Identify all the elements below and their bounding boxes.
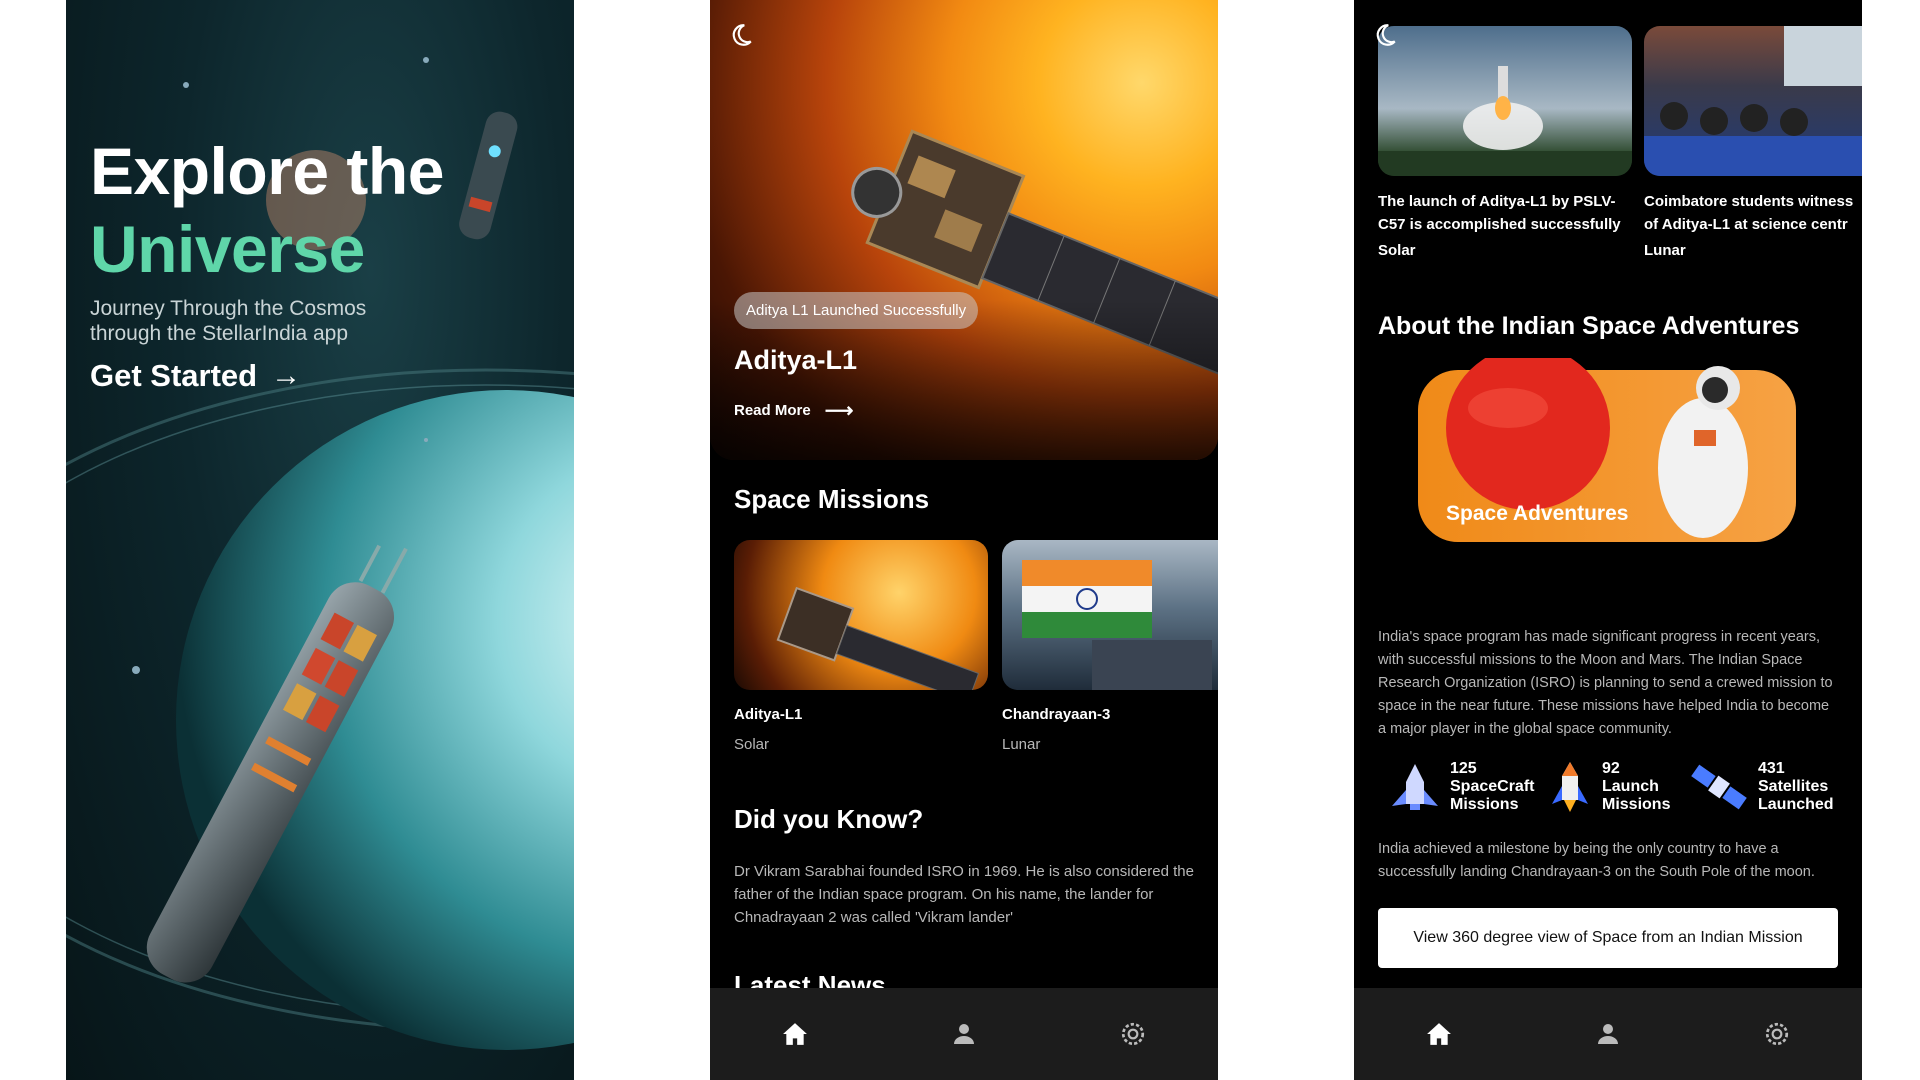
about-paragraph: India's space program has made significa… bbox=[1378, 629, 1833, 737]
about-heading: About the Indian Space Adventures bbox=[1378, 312, 1800, 340]
moon-icon[interactable] bbox=[1372, 22, 1398, 55]
home-icon[interactable] bbox=[1419, 1014, 1459, 1054]
title-line-1: Explore the bbox=[90, 134, 444, 208]
get-started-button[interactable]: Get Started → bbox=[90, 358, 301, 394]
bottom-nav bbox=[710, 988, 1218, 1080]
hero-banner[interactable]: Aditya L1 Launched Successfully Aditya-L… bbox=[710, 0, 1218, 460]
stat-label: Satellites bbox=[1758, 778, 1829, 795]
read-more-label: Read More bbox=[734, 402, 811, 419]
mission-card-chandrayaan[interactable] bbox=[1002, 540, 1218, 690]
stat-launch: 92 Launch Missions bbox=[1546, 760, 1670, 814]
stat-number: 431 bbox=[1758, 760, 1785, 777]
did-you-know-heading: Did you Know? bbox=[734, 804, 924, 834]
mission-card-title: Chandrayaan-3 bbox=[1002, 706, 1111, 723]
profile-icon[interactable] bbox=[1588, 1014, 1628, 1054]
home-scrolled-screen: The launch of Aditya-L1 by PSLV- C57 is … bbox=[1354, 0, 1862, 1080]
aditya-thumbnail-art bbox=[776, 586, 980, 690]
title-line-2: Universe bbox=[90, 212, 365, 286]
stat-number: 125 bbox=[1450, 760, 1477, 777]
news-card-launch[interactable] bbox=[1378, 26, 1632, 176]
mission-card-tag: Solar bbox=[734, 736, 770, 753]
satellite-icon bbox=[1691, 764, 1747, 810]
mission-card-aditya[interactable] bbox=[734, 540, 988, 690]
profile-icon[interactable] bbox=[944, 1014, 984, 1054]
stat-label: SpaceCraft bbox=[1450, 778, 1535, 795]
news-title-line: The launch of Aditya-L1 by PSLV- bbox=[1378, 193, 1616, 210]
banner-label: Space Adventures bbox=[1446, 502, 1629, 525]
stat-number: 92 bbox=[1602, 760, 1620, 777]
news-card-title: The launch of Aditya-L1 by PSLV- C57 is … bbox=[1378, 190, 1632, 236]
view-360-button[interactable]: View 360 degree view of Space from an In… bbox=[1378, 908, 1838, 968]
arrow-right-icon: ⟶ bbox=[824, 400, 854, 422]
stat-label: Launched bbox=[1758, 796, 1834, 813]
mission-card-tag: Lunar bbox=[1002, 736, 1041, 753]
hero-title: Aditya-L1 bbox=[734, 345, 858, 375]
bottom-nav bbox=[1354, 988, 1862, 1080]
news-title-line: Coimbatore students witness bbox=[1644, 193, 1854, 210]
get-started-label: Get Started bbox=[90, 358, 258, 393]
status-badge: Aditya L1 Launched Successfully bbox=[734, 292, 979, 329]
chandrayaan-thumbnail-art bbox=[1022, 560, 1212, 690]
mission-card-title: Aditya-L1 bbox=[734, 706, 803, 723]
arrow-right-icon: → bbox=[271, 359, 302, 392]
moon-icon[interactable] bbox=[728, 22, 754, 55]
space-missions-heading: Space Missions bbox=[734, 484, 930, 514]
news-title-line: of Aditya-L1 at science centr bbox=[1644, 216, 1848, 233]
milestone-paragraph: India achieved a milestone by being the … bbox=[1378, 841, 1815, 880]
news-card-title: Coimbatore students witness of Aditya-L1… bbox=[1644, 190, 1862, 236]
spacecraft-icon bbox=[1392, 764, 1438, 810]
stat-label: Missions bbox=[1602, 796, 1671, 813]
news-card-tag: Lunar bbox=[1644, 242, 1686, 259]
news-card-tag: Solar bbox=[1378, 242, 1416, 259]
settings-icon[interactable] bbox=[1757, 1014, 1797, 1054]
students-photo-art bbox=[1644, 26, 1862, 176]
hero-title: Explore the Universe bbox=[90, 132, 444, 288]
space-adventures-banner[interactable]: Space Adventures bbox=[1418, 358, 1796, 542]
did-you-know-text: Dr Vikram Sarabhai founded ISRO in 1969.… bbox=[734, 863, 1194, 926]
rocket-icon bbox=[1552, 762, 1588, 812]
hero-subtitle: Journey Through the Cosmos through the S… bbox=[90, 297, 367, 345]
rocket-launch-art bbox=[1378, 66, 1632, 176]
read-more-link[interactable]: Read More ⟶ bbox=[734, 398, 853, 423]
stat-label: Launch bbox=[1602, 778, 1659, 795]
onboarding-screen: Explore the Universe Journey Through the… bbox=[66, 0, 574, 1080]
home-icon[interactable] bbox=[775, 1014, 815, 1054]
news-title-line: C57 is accomplished successfully bbox=[1378, 216, 1621, 233]
home-screen: Aditya L1 Launched Successfully Aditya-L… bbox=[710, 0, 1218, 1080]
news-card-students[interactable] bbox=[1644, 26, 1862, 176]
stat-spacecraft: 125 SpaceCraft Missions bbox=[1388, 760, 1534, 814]
settings-icon[interactable] bbox=[1113, 1014, 1153, 1054]
stat-label: Missions bbox=[1450, 796, 1519, 813]
stat-satellites: 431 Satellites Launched bbox=[1688, 760, 1834, 814]
